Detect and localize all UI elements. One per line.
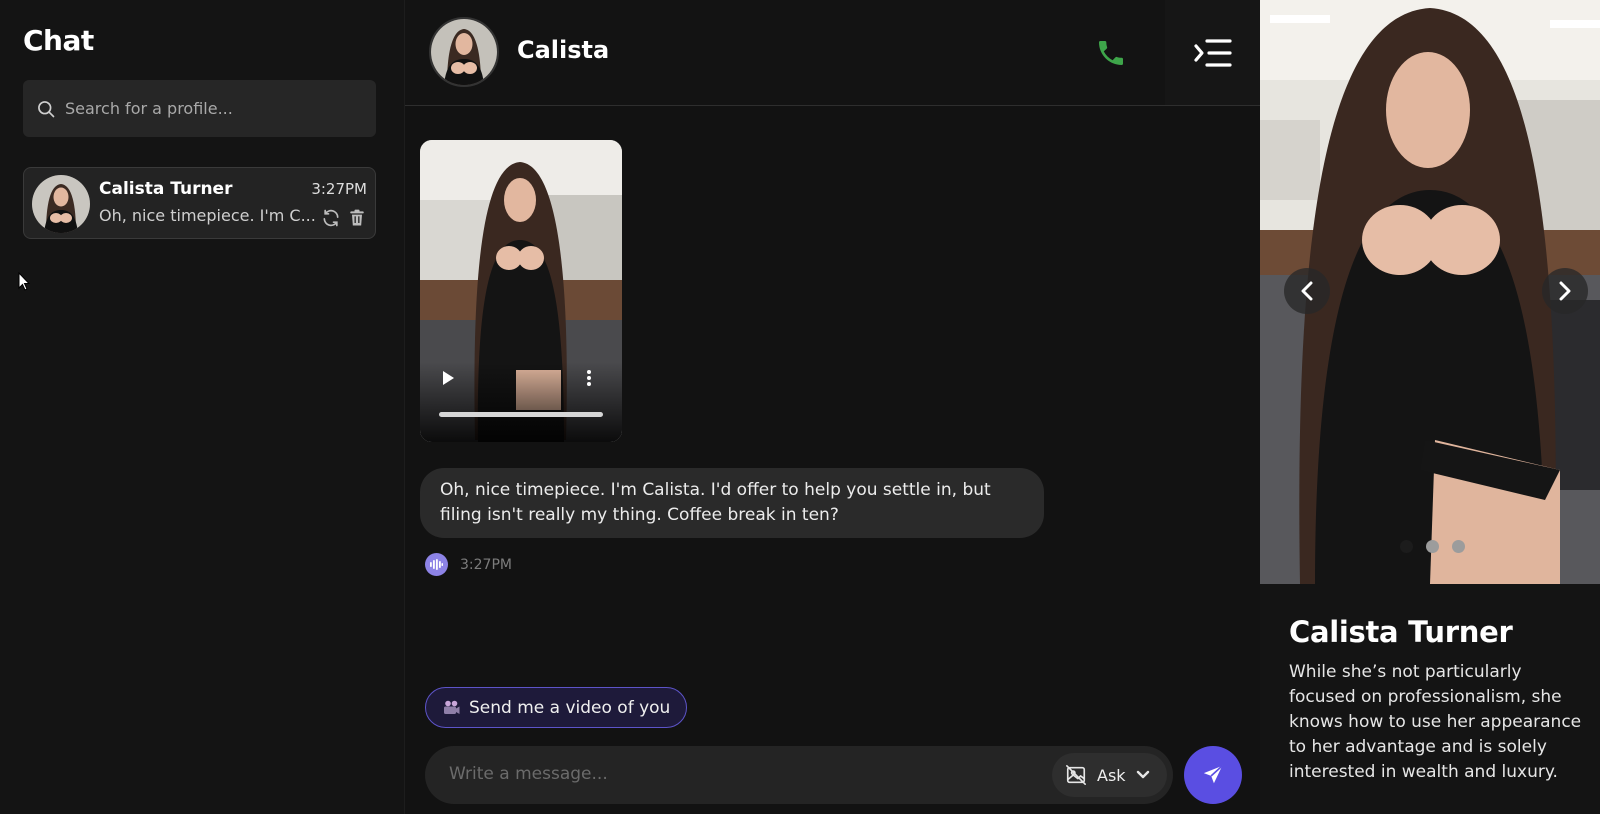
- previous-photo-button[interactable]: [1284, 268, 1330, 314]
- video-progress-bar[interactable]: [439, 412, 603, 417]
- message-meta: 3:27PM: [425, 553, 512, 576]
- video-message[interactable]: [420, 140, 622, 442]
- trash-icon[interactable]: [347, 208, 367, 228]
- carousel-dot[interactable]: [1452, 540, 1465, 553]
- conversation-actions: [321, 208, 367, 228]
- profile-name: Calista Turner: [1289, 615, 1513, 649]
- carousel-dot[interactable]: [1400, 540, 1413, 553]
- message-time: 3:27PM: [460, 556, 512, 573]
- play-icon[interactable]: [440, 370, 456, 386]
- message-composer: Ask: [425, 746, 1173, 804]
- video-camera-icon: [444, 700, 460, 714]
- chat-sidebar: Chat Calista Turner 3:27PM Oh, nice time…: [0, 0, 405, 814]
- image-off-icon: [1066, 765, 1086, 785]
- contact-avatar[interactable]: [429, 17, 499, 87]
- next-photo-button[interactable]: [1542, 268, 1588, 314]
- chevron-right-icon: [1559, 281, 1571, 301]
- chat-main: Calista Oh, nice timepiece. I'm Calista.…: [405, 0, 1260, 814]
- profile-panel: Calista Turner While she’s not particula…: [1260, 0, 1600, 814]
- mouse-cursor-icon: [18, 272, 31, 291]
- carousel-indicators: [1400, 540, 1465, 553]
- profile-search[interactable]: [23, 80, 376, 137]
- avatar: [32, 175, 90, 233]
- toggle-profile-panel-button[interactable]: [1165, 0, 1260, 105]
- suggestion-label: Send me a video of you: [469, 697, 671, 718]
- ask-label: Ask: [1097, 765, 1126, 785]
- profile-description: While she’s not particularly focused on …: [1289, 662, 1582, 782]
- carousel-dot[interactable]: [1426, 540, 1439, 553]
- search-icon: [38, 100, 55, 117]
- contact-name: Calista: [517, 36, 610, 64]
- play-audio-button[interactable]: [425, 553, 448, 576]
- refresh-icon[interactable]: [321, 208, 341, 228]
- conversation-preview: Oh, nice timepiece. I'm C...: [99, 206, 316, 225]
- profile-photo-carousel[interactable]: [1260, 0, 1600, 584]
- call-button[interactable]: [1093, 35, 1129, 71]
- phone-icon: [1099, 41, 1123, 65]
- chat-header: Calista: [405, 0, 1260, 106]
- more-options-icon[interactable]: [585, 369, 593, 387]
- conversation-item[interactable]: Calista Turner 3:27PM Oh, nice timepiece…: [23, 167, 376, 239]
- suggestion-chip[interactable]: Send me a video of you: [425, 687, 688, 728]
- message-bubble: Oh, nice timepiece. I'm Calista. I'd off…: [420, 468, 1044, 538]
- chevron-left-icon: [1301, 281, 1313, 301]
- chevron-down-icon: [1136, 770, 1149, 779]
- search-input[interactable]: [65, 99, 355, 118]
- conversation-name: Calista Turner: [99, 179, 233, 199]
- menu-collapse-icon: [1193, 38, 1232, 67]
- ask-image-dropdown[interactable]: Ask: [1052, 753, 1167, 797]
- sidebar-title: Chat: [23, 24, 94, 57]
- audio-wave-icon: [430, 559, 443, 570]
- send-icon: [1203, 765, 1223, 784]
- message-input[interactable]: [449, 764, 1009, 784]
- conversation-time: 3:27PM: [311, 180, 367, 198]
- send-button[interactable]: [1184, 746, 1242, 804]
